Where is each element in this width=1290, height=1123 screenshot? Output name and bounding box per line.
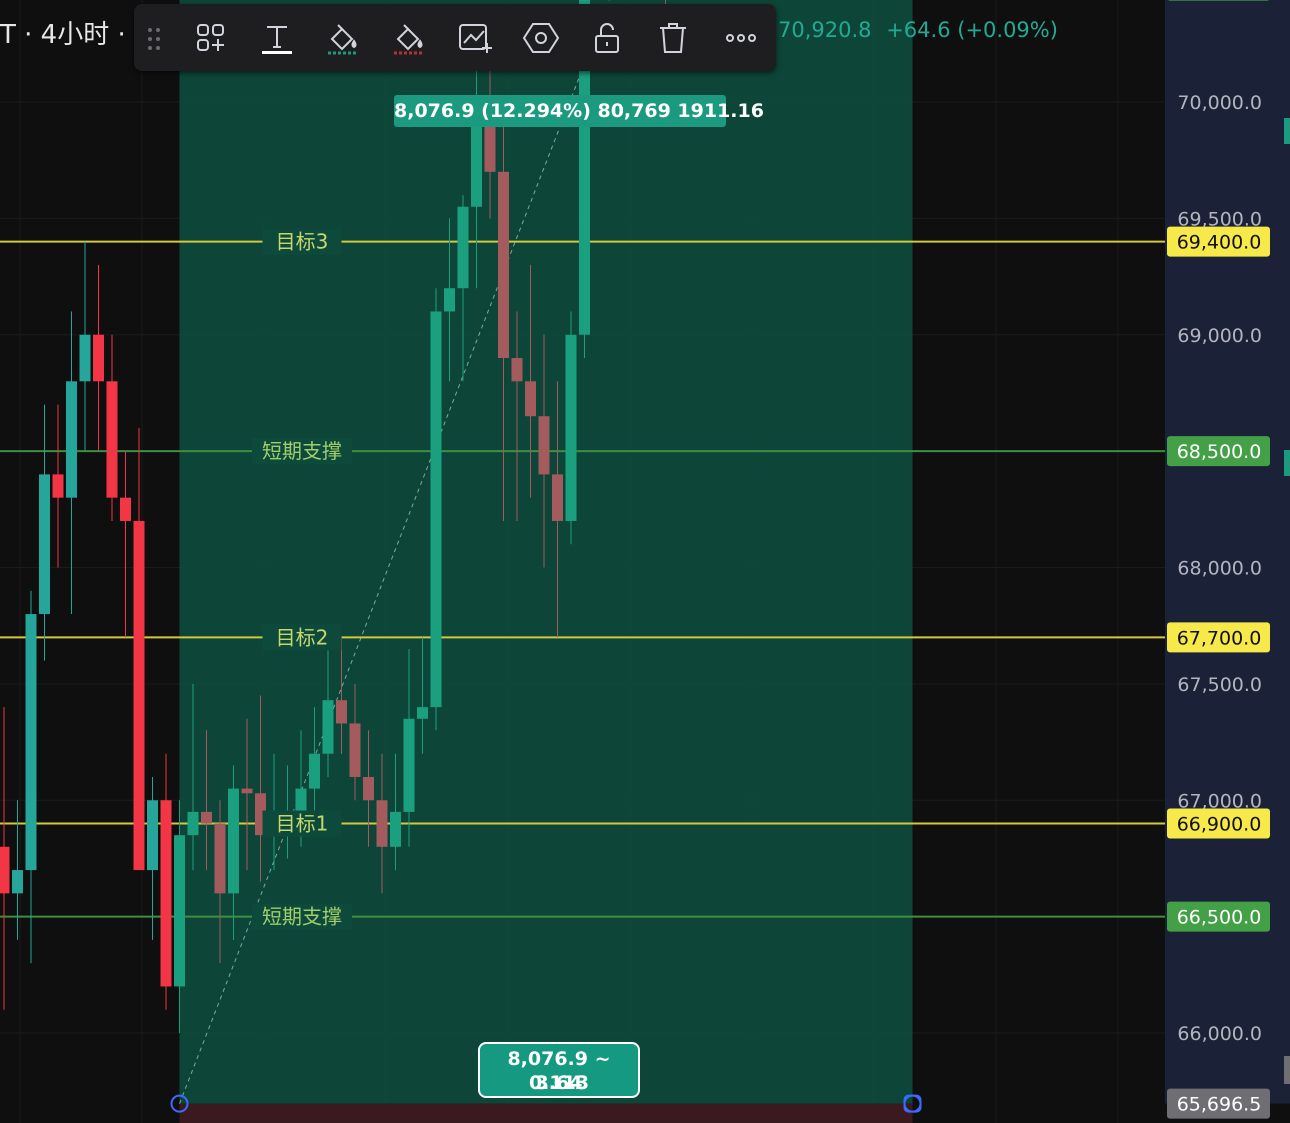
symbol-title: T · 4小时 · B [0,20,152,50]
candle-body[interactable] [484,125,496,172]
line-color-icon [394,24,424,55]
templates-icon [197,24,224,51]
measure-top-label: 8,076.9 (12.294%) 80,769 1911.16 [394,95,764,127]
candle-body[interactable] [147,800,158,871]
measure-zone-lower [179,1103,913,1123]
candle-body[interactable] [525,381,536,417]
axis-edge-marker [1284,118,1290,144]
candle-body[interactable] [403,718,415,812]
price-quote: 70,920.8 +64.6 (+0.09%) [778,18,1058,42]
candle-body[interactable] [174,835,185,987]
measure-bottom-label: 8,076.9 ~ 0.113 3.64 [478,1042,640,1098]
candle-body[interactable] [498,171,509,359]
candle-body[interactable] [241,788,253,794]
candle-body[interactable] [511,358,523,382]
candle-body[interactable] [471,125,482,207]
level-label: 短期支撑 [262,439,342,463]
candle-body[interactable] [444,288,455,312]
fill-color-button[interactable] [320,15,366,61]
axis-edge-marker [1284,450,1290,476]
drawing-toolbar [134,4,776,71]
level-label: 目标1 [276,812,329,836]
level-label: 目标3 [276,230,329,254]
candle-body[interactable] [376,800,388,847]
price-tag [1168,0,1269,1]
more-button[interactable] [718,15,764,61]
candle-body[interactable] [390,811,401,847]
candle-body[interactable] [106,381,118,498]
candle-body[interactable] [552,474,563,521]
add-alert-button[interactable] [452,15,498,61]
change-text: +64.6 [886,18,951,42]
add-alert-icon [459,24,492,53]
candle-body[interactable] [201,811,212,824]
price-tag-label: 66,900.0 [1177,814,1262,836]
axis-tick-label: 70,000.0 [1177,92,1262,114]
candle-body[interactable] [160,800,172,987]
price-axis-range [1165,0,1290,1104]
measure-zone[interactable] [179,0,913,1104]
price-tag-label: 67,700.0 [1177,627,1262,649]
measure-bottom-line1: 8,076.9 ~ 0.113 [507,1048,611,1094]
more-icon [726,34,756,42]
candle-body[interactable] [0,846,10,894]
candle-body[interactable] [430,311,442,708]
candle-body[interactable] [79,334,91,382]
candle-body[interactable] [93,334,104,382]
candle-body[interactable] [417,707,428,719]
candle-body[interactable] [565,334,577,521]
price-tag-label: 68,500.0 [1177,441,1262,463]
candle-body[interactable] [187,811,199,836]
axis-edge-marker [1284,1056,1290,1084]
candle-body[interactable] [538,416,550,475]
candle-body[interactable] [12,870,23,894]
level-label: 目标2 [276,625,329,649]
templates-button[interactable] [188,15,234,61]
lock-button[interactable] [584,15,630,61]
level-label: 短期支撑 [262,905,342,929]
axis-tick-label: 69,000.0 [1177,325,1262,347]
candle-body[interactable] [363,776,374,801]
drag-handle-icon[interactable] [146,26,162,52]
candle-body[interactable] [336,700,347,724]
settings-button[interactable] [518,15,564,61]
candle-body[interactable] [457,206,469,289]
price-tag-label: 66,500.0 [1177,907,1262,929]
candle-body[interactable] [322,700,334,754]
candle-body[interactable] [295,788,307,812]
candlestick-chart[interactable]: 中期阻力短期阻力短期阻力短期阻力短期支撑目标3短期支撑目标2目标1短期支撑74,… [0,0,1290,1123]
price-tag-label: 69,400.0 [1177,232,1262,254]
settings-icon [522,23,560,53]
axis-tick-label: 66,000.0 [1177,1023,1262,1045]
candle-body[interactable] [349,723,361,777]
candle-body[interactable] [39,474,50,615]
line-color-button[interactable] [386,15,432,61]
last-price-text: 70,920.8 [778,18,872,42]
candle-body[interactable] [228,788,239,894]
unlock-icon [595,23,619,53]
delete-button[interactable] [650,15,696,61]
candle-body[interactable] [133,520,145,871]
axis-tick-label: 68,000.0 [1177,558,1262,580]
candle-body[interactable] [214,823,226,894]
candle-body[interactable] [52,474,64,498]
candle-body[interactable] [25,614,37,871]
axis-tick-label: 67,500.0 [1177,674,1262,696]
text-tool-icon [262,26,292,54]
text-tool-button[interactable] [254,15,300,61]
price-tag-label: 65,696.5 [1177,1094,1262,1116]
trash-icon [660,23,686,53]
candle-body[interactable] [309,753,320,789]
change-pct-text: (+0.09%) [957,18,1058,42]
candle-body[interactable] [66,381,77,498]
candle-body[interactable] [120,497,131,521]
fill-color-icon [328,24,358,55]
measure-bottom-line2: 3.64 [535,1072,583,1094]
